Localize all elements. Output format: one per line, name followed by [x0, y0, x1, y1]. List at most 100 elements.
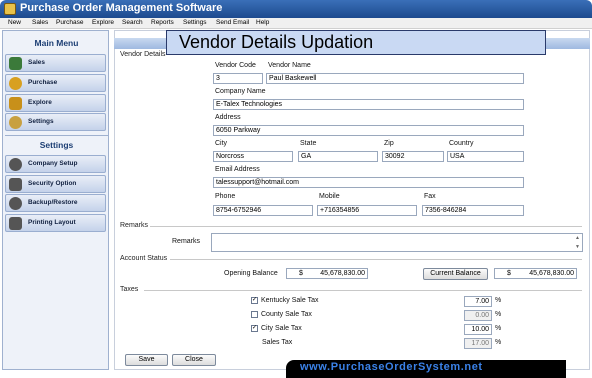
sidebar-item-label: Company Setup [28, 160, 78, 167]
vendor-name-field[interactable]: Paul Baskewell [266, 73, 524, 84]
menu-send-email[interactable]: Send Email [216, 19, 249, 26]
vendor-name-label: Vendor Name [268, 62, 311, 69]
sidebar-item-label: Sales [28, 59, 45, 66]
backup-restore-icon [9, 197, 22, 210]
menu-search[interactable]: Search [122, 19, 143, 26]
sidebar-item-company-setup[interactable]: Company Setup [5, 155, 106, 173]
explore-icon [9, 97, 22, 110]
account-status-group-label: Account Status [120, 255, 168, 262]
remarks-group-line [150, 226, 582, 227]
menu-purchase[interactable]: Purchase [56, 19, 83, 26]
county-tax-label: County Sale Tax [261, 311, 312, 318]
app-icon [4, 3, 16, 15]
email-field[interactable]: talessupport@hotmail.com [213, 177, 524, 188]
sidebar-item-label: Purchase [28, 79, 58, 86]
fax-field[interactable]: 7356-846284 [422, 205, 524, 216]
kentucky-tax-field[interactable]: 7.00 [464, 296, 492, 307]
mobile-field[interactable]: +716354856 [317, 205, 417, 216]
sales-icon [9, 57, 22, 70]
company-setup-icon [9, 158, 22, 171]
remarks-label: Remarks [172, 238, 201, 245]
current-balance-field[interactable]: $ 45,678,830.00 [494, 268, 577, 279]
page-banner: Vendor Details Updation [166, 30, 546, 55]
scroll-up-icon[interactable]: ▲ [575, 235, 580, 241]
city-label: City [215, 140, 228, 147]
phone-label: Phone [215, 193, 236, 200]
menu-new[interactable]: New [8, 19, 21, 26]
sales-tax-label: Sales Tax [262, 339, 293, 346]
city-tax-field[interactable]: 10.00 [464, 324, 492, 335]
scroll-down-icon[interactable]: ▼ [575, 244, 580, 250]
current-balance-button[interactable]: Current Balance [423, 268, 488, 280]
sidebar-item-label: Backup/Restore [28, 199, 78, 206]
address-field[interactable]: 6050 Parkway [213, 125, 524, 136]
menu-explore[interactable]: Explore [92, 19, 114, 26]
save-button[interactable]: Save [125, 354, 168, 366]
county-tax-checkbox[interactable] [251, 311, 258, 318]
company-name-field[interactable]: E-Talex Technologies [213, 99, 524, 110]
sidebar-item-label: Explore [28, 99, 52, 106]
kentucky-tax-checkbox[interactable]: ✓ [251, 297, 258, 304]
remarks-group-label: Remarks [120, 222, 149, 229]
main-menu-title: Main Menu [34, 38, 79, 48]
fax-label: Fax [424, 193, 436, 200]
purchase-icon [9, 77, 22, 90]
city-tax-label: City Sale Tax [261, 325, 302, 332]
current-value: 45,678,830.00 [529, 270, 574, 277]
title-bar: Purchase Order Management Software [0, 0, 592, 18]
state-label: State [300, 140, 317, 147]
sidebar-item-label: Printing Layout [28, 219, 76, 226]
menu-sales[interactable]: Sales [32, 19, 48, 26]
sales-tax-field: 17.00 [464, 338, 492, 349]
email-label: Email Address [215, 166, 260, 173]
sales-tax-unit: % [495, 339, 502, 346]
app-title: Purchase Order Management Software [20, 2, 223, 14]
phone-field[interactable]: 8754-6752946 [213, 205, 313, 216]
zip-label: Zip [384, 140, 394, 147]
kentucky-tax-label: Kentucky Sale Tax [261, 297, 319, 304]
city-tax-unit: % [495, 325, 502, 332]
printing-layout-icon [9, 217, 22, 230]
sidebar-item-security-option[interactable]: Security Option [5, 175, 106, 193]
sidebar-item-purchase[interactable]: Purchase [5, 74, 106, 92]
zip-field[interactable]: 30092 [382, 151, 444, 162]
address-label: Address [215, 114, 241, 121]
sidebar-item-label: Settings [28, 118, 54, 125]
account-status-group-line [170, 259, 582, 260]
state-field[interactable]: GA [298, 151, 378, 162]
country-label: Country [449, 140, 474, 147]
footer-url: www.PurchaseOrderSystem.net [300, 361, 483, 373]
menu-reports[interactable]: Reports [151, 19, 174, 26]
sidebar: Main Menu Sales Purchase Explore Setting… [2, 30, 109, 370]
close-button[interactable]: Close [172, 354, 216, 366]
settings-title: Settings [39, 140, 74, 150]
current-currency: $ [507, 270, 511, 277]
vendor-code-label: Vendor Code [215, 62, 256, 69]
vendor-code-field[interactable]: 3 [213, 73, 263, 84]
vendor-details-group-label: Vendor Details [120, 51, 166, 58]
sidebar-item-explore[interactable]: Explore [5, 94, 106, 112]
menu-settings[interactable]: Settings [183, 19, 207, 26]
sidebar-item-label: Security Option [28, 180, 77, 187]
sidebar-item-settings[interactable]: Settings [5, 113, 106, 131]
opening-balance-field[interactable]: $ 45,678,830.00 [286, 268, 368, 279]
company-name-label: Company Name [215, 88, 266, 95]
country-field[interactable]: USA [447, 151, 524, 162]
sidebar-item-sales[interactable]: Sales [5, 54, 106, 72]
remarks-field[interactable] [211, 233, 583, 252]
menu-help[interactable]: Help [256, 19, 269, 26]
sidebar-item-backup-restore[interactable]: Backup/Restore [5, 194, 106, 212]
county-tax-field[interactable]: 0.00 [464, 310, 492, 321]
opening-value: 45,678,830.00 [320, 270, 365, 277]
menu-bar: New Sales Purchase Explore Search Report… [0, 18, 592, 29]
taxes-group-label: Taxes [120, 286, 139, 293]
opening-balance-label: Opening Balance [224, 270, 278, 277]
kentucky-tax-unit: % [495, 297, 502, 304]
taxes-group-line [144, 290, 582, 291]
city-field[interactable]: Norcross [213, 151, 293, 162]
sidebar-item-printing-layout[interactable]: Printing Layout [5, 214, 106, 232]
opening-currency: $ [299, 270, 303, 277]
page-title: Vendor Details Updation [179, 32, 374, 52]
city-tax-checkbox[interactable]: ✓ [251, 325, 258, 332]
county-tax-unit: % [495, 311, 502, 318]
